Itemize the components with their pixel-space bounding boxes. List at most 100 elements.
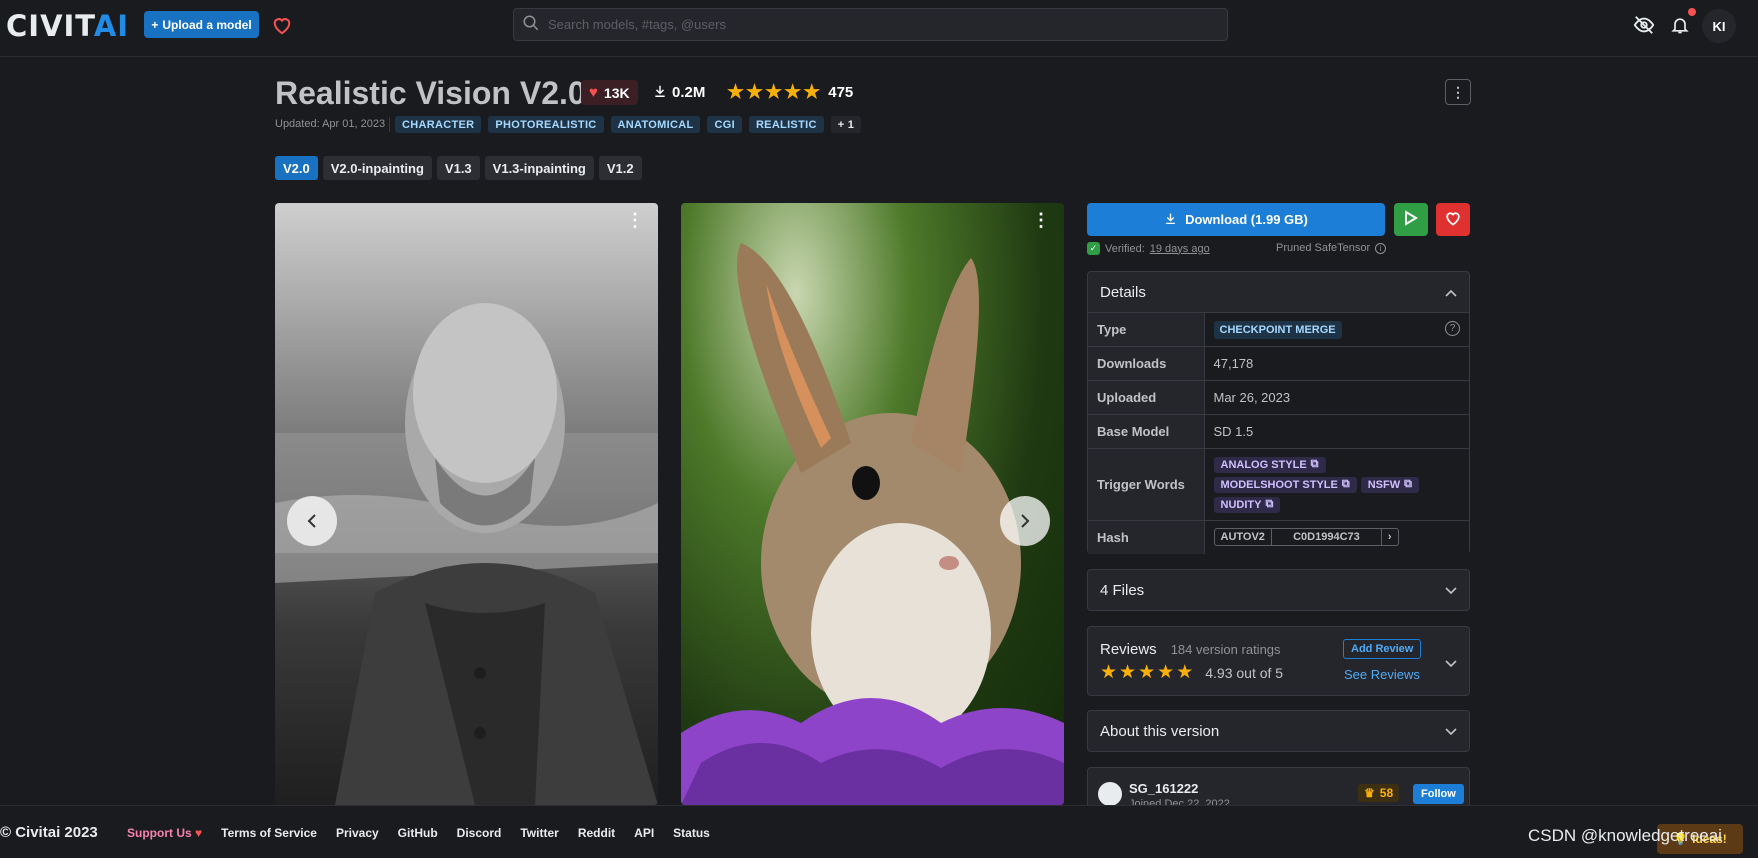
model-rating[interactable]: ★ ★ ★ ★ ★ 475 [727,80,853,105]
tag-list: CHARACTER PHOTOREALISTIC ANATOMICAL CGI … [395,116,862,133]
reviews-panel: Reviews 184 version ratings ★ ★ ★ ★ ★ 4.… [1087,626,1470,696]
reviews-title: Reviews [1100,641,1157,658]
footer-link-support[interactable]: Support Us ♥ [127,826,202,840]
about-title: About this version [1100,722,1220,740]
info-icon[interactable]: i [1375,242,1387,254]
trigger-word-chip[interactable]: NUDITY ⧉ [1213,496,1281,513]
row-value: AUTOV2 C0D1994C73 › [1204,520,1469,554]
creator-avatar[interactable] [1098,782,1122,806]
tag-realistic[interactable]: REALISTIC [748,116,824,133]
tag-photorealistic[interactable]: PHOTOREALISTIC [488,116,604,133]
help-icon[interactable]: ? [1445,320,1460,336]
heart-icon: ♥ [195,826,203,840]
hide-nsfw-eye-off-icon[interactable] [1630,11,1658,39]
details-header[interactable]: Details [1088,272,1469,312]
follow-button[interactable]: Follow [1413,784,1464,804]
search-bar[interactable] [513,8,1228,41]
trigger-word: NSFW [1367,478,1401,491]
search-input[interactable] [548,17,1198,32]
carousel-prev-button[interactable] [287,496,337,546]
tag-more[interactable]: + 1 [830,116,862,133]
notification-dot [1688,8,1696,16]
row-key: Downloads [1088,346,1205,381]
upload-model-button[interactable]: + Upload a model [144,11,259,38]
civitai-logo[interactable]: CIVITAI [6,9,129,43]
file-format: Pruned SafeTensor i [1276,242,1387,254]
preview-image-rabbit[interactable]: ⋮ [681,203,1064,805]
version-tab-v1-2[interactable]: V1.2 [598,156,642,180]
hash-algo-toggle[interactable]: AUTOV2 [1215,529,1272,546]
file-format-label: Pruned SafeTensor [1276,242,1371,254]
tag-character[interactable]: CHARACTER [395,116,482,133]
chevron-up-icon [1445,284,1457,301]
version-tabs: V2.0 V2.0-inpainting V1.3 V1.3-inpaintin… [275,156,642,180]
footer-link-twitter[interactable]: Twitter [520,826,558,840]
trigger-word-chip[interactable]: MODELSHOOT STYLE ⧉ [1213,476,1357,493]
add-review-button[interactable]: Add Review [1343,639,1422,659]
reviews-score: ★ ★ ★ ★ ★ 4.93 out of 5 [1100,663,1283,682]
chevron-right-icon[interactable]: › [1382,529,1398,545]
footer-link-privacy[interactable]: Privacy [336,826,379,840]
plus-icon: + [151,17,159,32]
details-panel: Details Type CHECKPOINT MERGE ? Download… [1087,271,1470,554]
reviews-score-label: 4.93 out of 5 [1205,664,1284,681]
preview-image-portrait[interactable]: ⋮ [275,203,658,805]
version-tab-v2-0[interactable]: V2.0 [275,156,318,180]
run-model-button[interactable] [1394,203,1428,236]
creator-username[interactable]: SG_161222 [1129,781,1198,796]
model-title: Realistic Vision V2.0 [275,75,586,111]
star-icon: ★ [784,82,802,103]
footer-link-api[interactable]: API [634,826,654,840]
divider [389,117,390,132]
footer-link-terms[interactable]: Terms of Service [221,826,317,840]
row-key: Base Model [1088,414,1205,449]
image-menu-dots-icon[interactable]: ⋮ [1032,211,1050,229]
hash-widget[interactable]: AUTOV2 C0D1994C73 › [1213,528,1399,547]
row-value: ANALOG STYLE ⧉ MODELSHOOT STYLE ⧉ NSFW ⧉ NUD… [1204,448,1469,521]
tag-cgi[interactable]: CGI [707,116,742,133]
version-tab-v2-0-inpainting[interactable]: V2.0-inpainting [322,156,432,180]
verified-status: ✓ Verified: 19 days ago [1087,242,1210,255]
trigger-word-chip[interactable]: ANALOG STYLE ⧉ [1213,456,1326,473]
row-key: Uploaded [1088,380,1205,415]
trigger-word: NUDITY [1220,498,1262,511]
copy-icon: ⧉ [1310,458,1319,470]
footer-link-status[interactable]: Status [673,826,710,840]
star-icon: ★ [746,82,764,103]
footer-link-reddit[interactable]: Reddit [578,826,615,840]
support-label: Support Us [127,826,192,840]
tag-anatomical[interactable]: ANATOMICAL [610,116,701,133]
image-menu-dots-icon[interactable]: ⋮ [626,211,644,229]
page-footer: © Civitai 2023 Support Us ♥ Terms of Ser… [0,805,1758,858]
about-version-panel[interactable]: About this version [1087,710,1470,752]
download-button[interactable]: Download (1.99 GB) [1087,203,1385,236]
footer-link-github[interactable]: GitHub [398,826,438,840]
trigger-word: MODELSHOOT STYLE [1220,478,1338,491]
user-avatar[interactable]: KI [1702,9,1736,43]
trigger-word-chip[interactable]: NSFW ⧉ [1360,476,1419,493]
footer-link-discord[interactable]: Discord [457,826,502,840]
portrait-illustration [275,303,658,805]
version-tab-v1-3[interactable]: V1.3 [436,156,480,180]
row-value: CHECKPOINT MERGE ? [1204,312,1469,347]
downloads-count: 0.2M [672,84,706,101]
see-reviews-link[interactable]: See Reviews [1344,667,1420,682]
creator-score: 58 [1379,786,1394,800]
row-key: Hash [1088,520,1205,554]
star-icon: ★ [1138,662,1156,683]
favorites-heart-icon[interactable] [268,11,296,39]
upload-model-label: Upload a model [162,17,252,32]
verified-date-link[interactable]: 19 days ago [1150,243,1210,255]
carousel-next-button[interactable] [1000,496,1050,546]
row-value: 47,178 [1204,346,1469,381]
version-tab-v1-3-inpainting[interactable]: V1.3-inpainting [484,156,594,180]
hash-value[interactable]: C0D1994C73 [1272,529,1382,546]
copy-icon: ⧉ [1341,478,1350,490]
files-panel[interactable]: 4 Files [1087,569,1470,611]
favorite-button[interactable] [1436,203,1470,236]
chevron-down-icon[interactable] [1445,656,1457,671]
row-value: SD 1.5 [1204,414,1469,449]
likes-badge[interactable]: ♥ 13K [581,80,638,105]
more-options-button[interactable]: ⋮ [1445,79,1471,105]
download-label: Download (1.99 GB) [1185,212,1308,227]
